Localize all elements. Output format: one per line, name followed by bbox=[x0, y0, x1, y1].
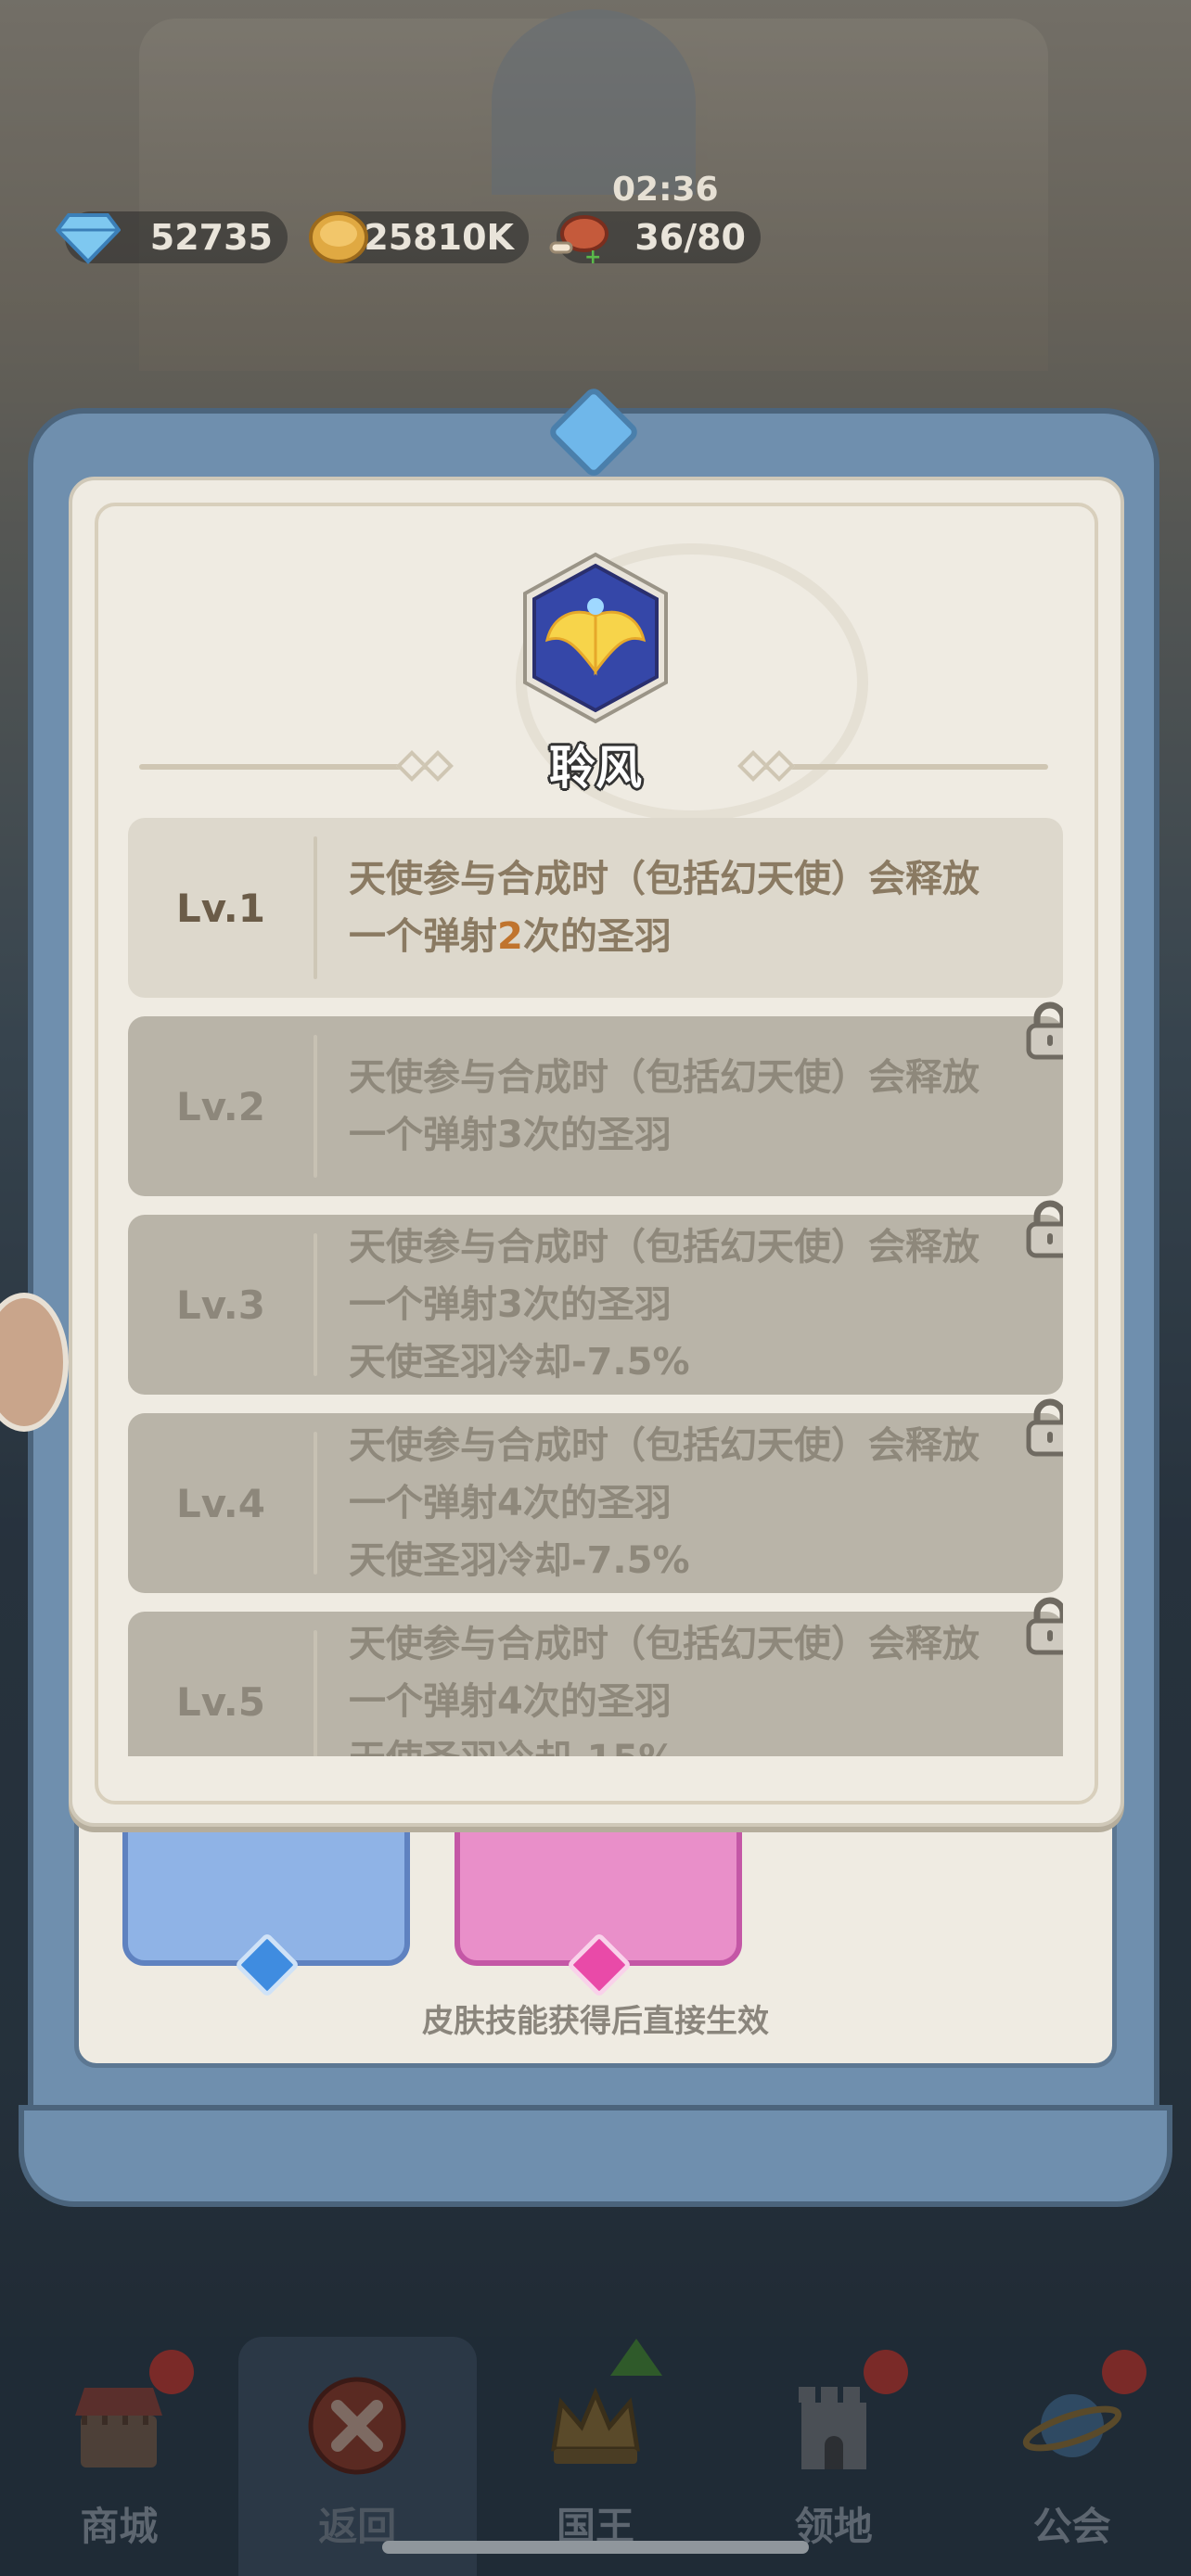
notification-dot bbox=[1101, 2350, 1146, 2394]
level-description: 天使参与合成时（包括幻天使）会释放 一个弹射4次的圣羽 天使圣羽冷却-7.5% bbox=[317, 1413, 1041, 1593]
skin-effect-note: 皮肤技能获得后直接生效 bbox=[422, 2003, 769, 2040]
level-label: Lv.5 bbox=[176, 1678, 265, 1725]
description-line: 一个弹射3次的圣羽 bbox=[349, 1106, 1041, 1164]
description-text: 次的圣羽 bbox=[522, 915, 672, 958]
gem-amount: 52735 bbox=[149, 217, 273, 258]
notification-dot bbox=[148, 2350, 194, 2394]
description-text: 天使圣羽冷却-7.5% bbox=[349, 1539, 690, 1582]
description-text: 一个弹射3次的圣羽 bbox=[349, 1114, 672, 1156]
skill-level-row[interactable]: Lv.2 天使参与合成时（包括幻天使）会释放 一个弹射3次的圣羽 bbox=[128, 1001, 1063, 1196]
nav-label: 商城 bbox=[80, 2504, 159, 2549]
home-indicator[interactable] bbox=[382, 2541, 809, 2554]
lock-icon bbox=[1024, 1595, 1063, 1656]
description-line: 天使参与合成时（包括幻天使）会释放 bbox=[349, 1417, 1041, 1474]
nav-item-shop[interactable]: 商城 bbox=[0, 2337, 238, 2576]
notification-dot bbox=[864, 2350, 909, 2394]
coin-counter[interactable]: 25810K bbox=[309, 211, 529, 263]
coin-icon bbox=[309, 211, 368, 263]
upgrade-arrow-icon bbox=[610, 2339, 663, 2376]
description-line: 一个弹射4次的圣羽 bbox=[349, 1474, 1041, 1532]
description-line: 天使圣羽冷却-15% bbox=[349, 1730, 1041, 1756]
level-description: 天使参与合成时（包括幻天使）会释放一个弹射4次的圣羽天使圣羽冷却-15% bbox=[317, 1612, 1041, 1756]
description-line: 天使圣羽冷却-7.5% bbox=[349, 1532, 1041, 1589]
castle-icon bbox=[783, 2375, 885, 2477]
description-text: 天使参与合成时（包括幻天使）会释放 bbox=[349, 1623, 980, 1665]
description-line: 天使圣羽冷却-7.5% bbox=[349, 1333, 1041, 1391]
svg-text:+: + bbox=[584, 246, 601, 265]
skill-title: 聆风 bbox=[549, 741, 642, 795]
skill-level-row[interactable]: Lv.3 天使参与合成时（包括幻天使）会释放 一个弹射3次的圣羽 天使圣羽冷却-7.5… bbox=[128, 1200, 1063, 1395]
description-text: 一个弹射3次的圣羽 bbox=[349, 1283, 672, 1326]
description-text: 天使圣羽冷却-15% bbox=[349, 1738, 675, 1756]
description-text: 一个弹射 bbox=[349, 915, 497, 958]
level-description: 天使参与合成时（包括幻天使）会释放 一个弹射2次的圣羽 bbox=[317, 818, 1041, 998]
level-label: Lv.1 bbox=[176, 885, 265, 931]
lock-icon bbox=[1024, 1198, 1063, 1259]
description-line: 一个弹射4次的圣羽 bbox=[349, 1673, 1041, 1730]
highlight-value: 2 bbox=[497, 915, 523, 958]
nav-label: 公会 bbox=[1032, 2504, 1111, 2549]
description-text: 天使参与合成时（包括幻天使）会释放 bbox=[349, 1226, 980, 1269]
gem-counter[interactable]: 52735 bbox=[56, 211, 288, 264]
skill-level-list[interactable]: Lv.1 天使参与合成时（包括幻天使）会释放 一个弹射2次的圣羽 Lv.2 天使参与合成… bbox=[128, 818, 1063, 1756]
planet-icon bbox=[1021, 2375, 1123, 2477]
description-text: 一个弹射4次的圣羽 bbox=[349, 1482, 672, 1524]
stamina-timer: 02:36 bbox=[612, 171, 719, 209]
level-description: 天使参与合成时（包括幻天使）会释放 一个弹射3次的圣羽 天使圣羽冷却-7.5% bbox=[317, 1215, 1041, 1395]
skill-level-row[interactable]: Lv.1 天使参与合成时（包括幻天使）会释放 一个弹射2次的圣羽 bbox=[128, 818, 1063, 998]
description-text: 天使参与合成时（包括幻天使）会释放 bbox=[349, 1056, 980, 1099]
diamond-icon bbox=[56, 213, 121, 264]
description-text: 天使圣羽冷却-7.5% bbox=[349, 1341, 690, 1384]
description-line: 一个弹射2次的圣羽 bbox=[349, 908, 1041, 965]
description-text: 一个弹射4次的圣羽 bbox=[349, 1680, 672, 1723]
description-line: 天使参与合成时（包括幻天使）会释放 bbox=[349, 850, 1041, 908]
description-line: 天使参与合成时（包括幻天使）会释放 bbox=[349, 1615, 1041, 1673]
description-line: 天使参与合成时（包括幻天使）会释放 bbox=[349, 1049, 1041, 1106]
lock-icon bbox=[1024, 1396, 1063, 1458]
wings-emblem-icon bbox=[523, 552, 668, 724]
level-description: 天使参与合成时（包括幻天使）会释放 一个弹射3次的圣羽 bbox=[317, 1016, 1041, 1196]
lock-icon bbox=[1024, 1000, 1063, 1061]
description-line: 一个弹射3次的圣羽 bbox=[349, 1276, 1041, 1333]
skin-panel-base bbox=[19, 2105, 1172, 2207]
level-label: Lv.3 bbox=[176, 1282, 265, 1328]
stamina-counter[interactable]: + 36/80 bbox=[549, 211, 761, 265]
skill-level-row[interactable]: Lv.5 天使参与合成时（包括幻天使）会释放一个弹射4次的圣羽天使圣羽冷却-15% bbox=[128, 1597, 1063, 1756]
shop-icon bbox=[68, 2375, 170, 2477]
meat-icon: + bbox=[549, 215, 608, 265]
level-label: Lv.2 bbox=[176, 1083, 265, 1129]
close-icon bbox=[306, 2375, 408, 2477]
skill-level-row[interactable]: Lv.4 天使参与合成时（包括幻天使）会释放 一个弹射4次的圣羽 天使圣羽冷却-7.5… bbox=[128, 1398, 1063, 1593]
stamina-amount: 36/80 bbox=[634, 217, 746, 258]
description-line: 天使参与合成时（包括幻天使）会释放 bbox=[349, 1218, 1041, 1276]
description-text: 天使参与合成时（包括幻天使）会释放 bbox=[349, 1424, 980, 1467]
crown-icon bbox=[544, 2375, 647, 2477]
coin-amount: 25810K bbox=[364, 217, 514, 258]
description-text: 天使参与合成时（包括幻天使）会释放 bbox=[349, 858, 980, 900]
nav-item-planet[interactable]: 公会 bbox=[953, 2337, 1191, 2576]
level-label: Lv.4 bbox=[176, 1480, 265, 1526]
